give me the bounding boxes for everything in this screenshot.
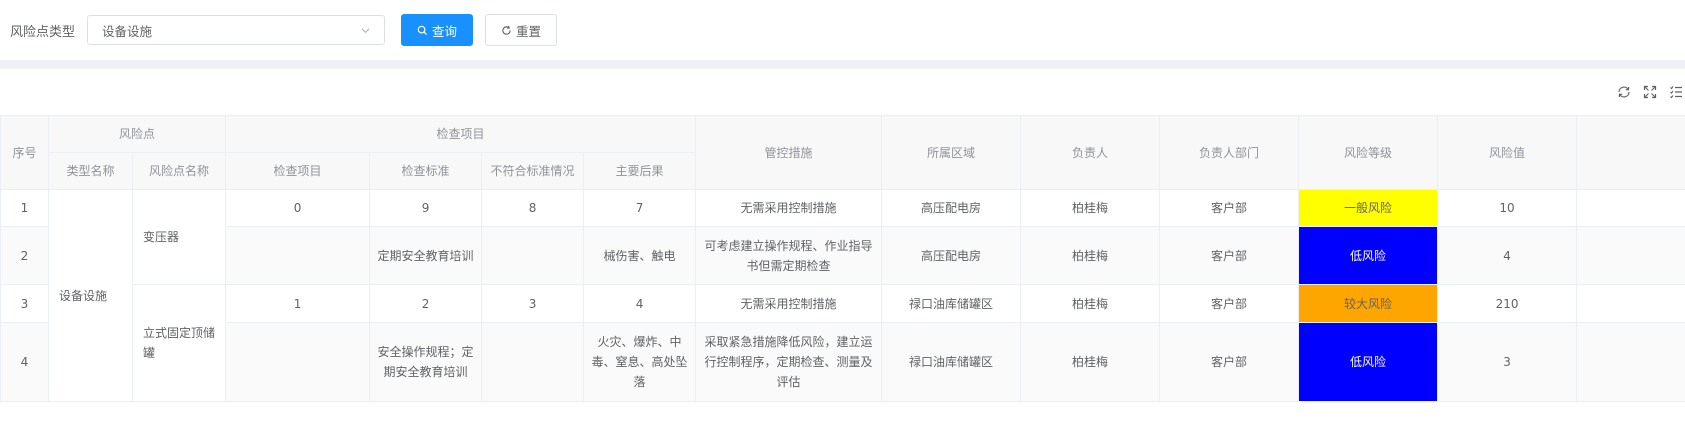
cell-risk-level: 低风险: [1298, 226, 1439, 285]
cell-department: 客户部: [1159, 284, 1300, 323]
search-button-label: 查询: [432, 23, 458, 39]
fullscreen-icon[interactable]: [1643, 85, 1657, 99]
cell-inspection-standard: 安全操作规程；定期安全教育培训: [369, 322, 483, 402]
col-header-type-name: 类型名称: [48, 152, 133, 190]
cell-inspection-standard: 2: [369, 284, 483, 323]
table-panel: 序号 风险点 检查项目 管控措施 所属区域 负责人 负责人部门 风险等级 风险值…: [0, 68, 1685, 402]
section-divider: [0, 60, 1685, 68]
cell-inspection-standard: 9: [369, 189, 483, 227]
cell-nonconformity: 8: [481, 189, 585, 227]
cell-person: 柏桂梅: [1020, 189, 1161, 227]
filter-bar: 风险点类型 设备设施 查询 重置: [0, 0, 1685, 60]
cell-department: 客户部: [1159, 322, 1300, 402]
cell-inspection-item: 1: [225, 284, 371, 323]
col-header-nonconformity: 不符合标准情况: [481, 152, 585, 190]
refresh-icon[interactable]: [1617, 85, 1631, 99]
cell-nonconformity: 3: [481, 284, 585, 323]
cell-index: 2: [0, 226, 49, 285]
filter-label: 风险点类型: [10, 24, 76, 40]
cell-nonconformity: [481, 322, 585, 402]
cell-risk-level: 一般风险: [1298, 189, 1439, 227]
table-row: 4 安全操作规程；定期安全教育培训 火灾、爆炸、中毒、窒息、高处坠落 采取紧急措…: [0, 322, 1685, 402]
col-header-risk-value: 风险值: [1437, 115, 1578, 190]
col-header-index: 序号: [0, 115, 49, 190]
col-header-risk-level: 风险等级: [1298, 115, 1439, 190]
cell-inspection-standard: 定期安全教育培训: [369, 226, 483, 285]
col-header-main-consequence: 主要后果: [583, 152, 697, 190]
cell-type-name: 设备设施: [48, 189, 133, 402]
col-header-risk-point-name: 风险点名称: [131, 152, 227, 190]
cell-index: 3: [0, 284, 49, 323]
cell-index: 4: [0, 322, 49, 402]
cell-area: 禄口油库储罐区: [881, 322, 1022, 402]
cell-department: 客户部: [1159, 189, 1300, 227]
cell-main-consequence: 械伤害、触电: [583, 226, 697, 285]
cell-person: 柏桂梅: [1020, 322, 1161, 402]
cell-main-consequence: 火灾、爆炸、中毒、窒息、高处坠落: [583, 322, 697, 402]
cell-overflow: [1576, 284, 1685, 323]
col-header-inspection-standard: 检查标准: [369, 152, 483, 190]
reset-button-label: 重置: [516, 23, 542, 39]
col-header-overflow: [1576, 115, 1685, 190]
cell-risk-level: 低风险: [1298, 322, 1439, 402]
search-button[interactable]: 查询: [401, 14, 474, 46]
col-header-area: 所属区域: [881, 115, 1022, 190]
table-row: 1 设备设施 变压器 0 9 8 7 无需采用控制措施 高压配电房 柏桂梅 客户…: [0, 189, 1685, 402]
risk-point-type-select[interactable]: 设备设施: [87, 15, 386, 45]
table-row: 2 定期安全教育培训 械伤害、触电 可考虑建立操作规程、作业指导书但需定期检查 …: [0, 226, 1685, 285]
cell-main-consequence: 7: [583, 189, 697, 227]
col-header-inspection: 检查项目: [225, 115, 697, 153]
cell-department: 客户部: [1159, 226, 1300, 285]
cell-nonconformity: [481, 226, 585, 285]
cell-area: 高压配电房: [881, 189, 1022, 227]
cell-control-measures: 无需采用控制措施: [695, 284, 883, 323]
chevron-down-icon: [361, 27, 370, 33]
cell-control-measures: 采取紧急措施降低风险，建立运行控制程序，定期检查、测量及评估: [695, 322, 883, 402]
table-row: 3 立式固定顶储罐 1 2 3 4 无需采用控制措施 禄口油库储罐区 柏桂梅 客…: [0, 284, 1685, 402]
cell-index: 1: [0, 189, 49, 227]
col-header-control-measures: 管控措施: [695, 115, 883, 190]
reset-button[interactable]: 重置: [485, 14, 558, 46]
cell-risk-value: 10: [1437, 189, 1578, 227]
cell-control-measures: 无需采用控制措施: [695, 189, 883, 227]
col-header-department: 负责人部门: [1159, 115, 1300, 190]
cell-risk-point-name: 立式固定顶储罐: [131, 284, 227, 402]
cell-inspection-item: 0: [225, 189, 371, 227]
column-settings-icon[interactable]: [1669, 85, 1683, 99]
select-value: 设备设施: [102, 23, 153, 39]
search-icon: [417, 25, 428, 35]
cell-overflow: [1576, 189, 1685, 227]
cell-risk-value: 4: [1437, 226, 1578, 285]
cell-overflow: [1576, 226, 1685, 285]
table-toolbar: [0, 69, 1685, 115]
risk-table: 序号 风险点 检查项目 管控措施 所属区域 负责人 负责人部门 风险等级 风险值…: [0, 115, 1685, 402]
cell-inspection-item: [225, 226, 371, 285]
cell-risk-value: 210: [1437, 284, 1578, 323]
cell-person: 柏桂梅: [1020, 226, 1161, 285]
col-header-risk-point: 风险点: [47, 115, 227, 153]
cell-area: 高压配电房: [881, 226, 1022, 285]
cell-inspection-item: [225, 322, 371, 402]
col-header-inspection-item: 检查项目: [225, 152, 371, 190]
cell-main-consequence: 4: [583, 284, 697, 323]
cell-risk-point-name: 变压器: [131, 189, 227, 285]
cell-person: 柏桂梅: [1020, 284, 1161, 323]
cell-area: 禄口油库储罐区: [881, 284, 1022, 323]
cell-overflow: [1576, 322, 1685, 402]
cell-risk-value: 3: [1437, 322, 1578, 402]
cell-risk-level: 较大风险: [1298, 284, 1439, 323]
col-header-person: 负责人: [1020, 115, 1161, 190]
refresh-icon: [502, 25, 511, 35]
cell-control-measures: 可考虑建立操作规程、作业指导书但需定期检查: [695, 226, 883, 285]
